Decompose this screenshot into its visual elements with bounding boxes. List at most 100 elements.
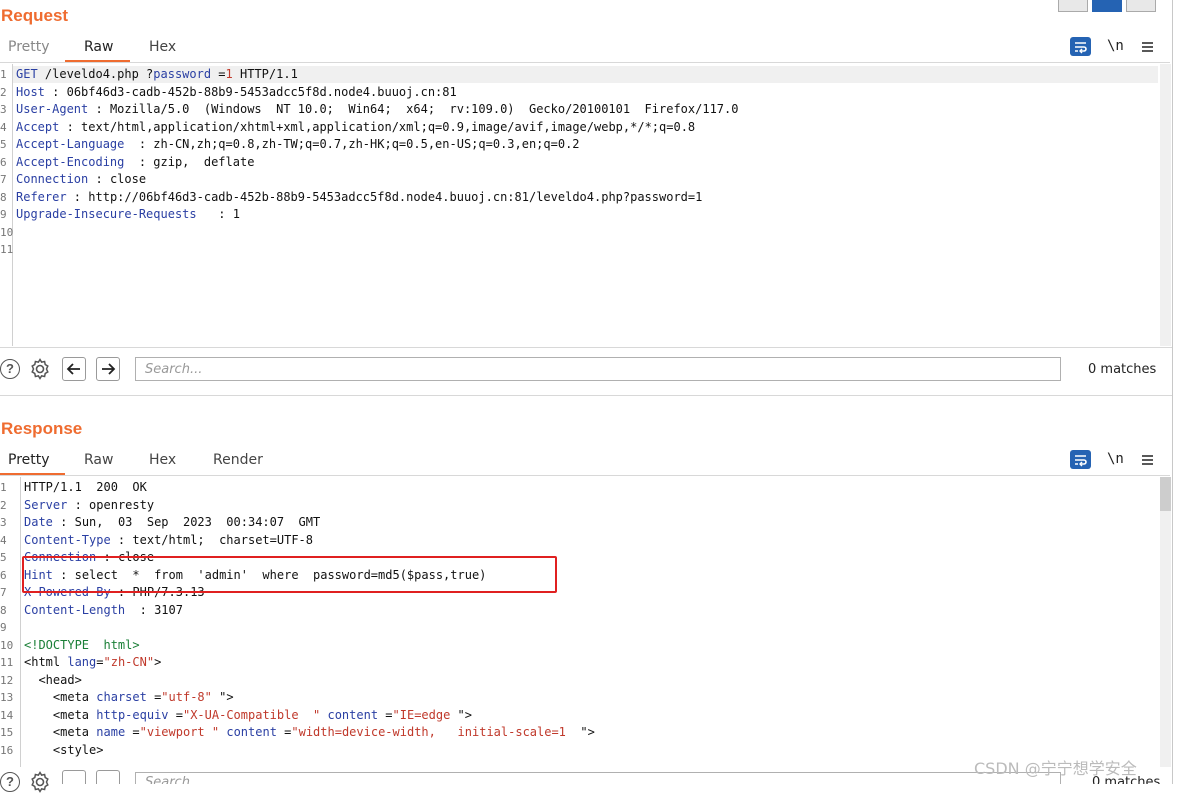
previous-match-button[interactable] — [62, 357, 86, 381]
header-separator: : — [196, 207, 233, 221]
html-tag-open: <meta — [52, 725, 97, 739]
html-attr: http-equiv — [96, 707, 169, 722]
layout-split-horizontal-icon[interactable] — [1092, 0, 1122, 12]
line-number: 12 — [0, 673, 14, 687]
request-tab-raw[interactable]: Raw — [84, 39, 113, 55]
line-number: 1 — [0, 481, 7, 494]
show-newlines-icon[interactable]: \n — [1107, 38, 1124, 54]
request-line: Accept : text/html,application/xhtml+xml… — [16, 119, 695, 137]
layout-split-vertical-icon[interactable] — [1058, 0, 1088, 12]
settings-gear-icon[interactable] — [28, 357, 52, 386]
layout-tabs-icon[interactable] — [1126, 0, 1156, 12]
attr-value: "IE=edge — [392, 707, 451, 722]
response-header-line: HTTP/1.1 200 OK — [24, 479, 147, 497]
header-value: openresty — [89, 497, 155, 512]
help-icon[interactable]: ? — [0, 359, 20, 379]
response-header-line: Content-Length : 3107 — [24, 602, 183, 620]
response-header-line: Content-Type : text/html; charset=UTF-8 — [24, 532, 313, 550]
response-menu-icon[interactable] — [1141, 453, 1154, 471]
next-match-button[interactable] — [96, 357, 120, 381]
attr-value: "viewport " — [139, 725, 220, 739]
response-previous-match-button[interactable] — [62, 770, 86, 784]
response-tab-hex[interactable]: Hex — [149, 452, 176, 468]
header-value: Sun, 03 Sep 2023 00:34:07 GMT — [74, 515, 321, 529]
menu-icon[interactable] — [1141, 40, 1154, 58]
attr-equals: = — [276, 725, 292, 739]
csdn-watermark: CSDN @宁宁想学安全 — [974, 759, 1137, 778]
response-body-line: <meta charset ="utf-8" "> — [24, 689, 234, 707]
status-line: HTTP/1.1 200 OK — [24, 480, 147, 494]
attr-value: "width=device-width, initial-scale=1 — [291, 725, 574, 739]
request-editor[interactable]: 1 GET /leveldo4.php ?password =1 HTTP/1.1… — [0, 64, 1160, 346]
header-value: text/html; charset=UTF-8 — [132, 532, 314, 547]
request-tab-pretty[interactable]: Pretty — [8, 39, 50, 55]
response-tab-render[interactable]: Render — [213, 452, 263, 468]
response-scrollbar-thumb[interactable] — [1160, 477, 1171, 511]
response-scrollbar[interactable] — [1160, 477, 1171, 767]
request-search-input[interactable]: Search... — [135, 357, 1061, 381]
html-tag: <style> — [52, 742, 104, 757]
html-tag-open: <meta — [52, 707, 97, 722]
response-title: Response — [1, 419, 83, 438]
html-attr: lang — [67, 655, 97, 669]
request-line: Accept-Encoding : gzip, deflate — [16, 154, 254, 172]
header-value: 3107 — [154, 602, 183, 617]
response-show-newlines-icon[interactable]: \n — [1107, 451, 1124, 467]
query-param-name: password — [153, 67, 212, 81]
line-number: 5 — [0, 551, 7, 564]
response-settings-gear-icon[interactable] — [28, 770, 52, 799]
request-tab-hex[interactable]: Hex — [149, 39, 176, 55]
response-help-icon[interactable]: ? — [0, 772, 20, 792]
response-tab-raw[interactable]: Raw — [84, 452, 113, 468]
header-name: Content-Length — [24, 602, 126, 617]
line-number: 9 — [0, 208, 7, 221]
attr-equals: = — [378, 707, 393, 722]
request-line: Accept-Language : zh-CN,zh;q=0.8,zh-TW;q… — [16, 136, 580, 154]
response-header-line: Server : openresty — [24, 497, 154, 515]
header-name: Server — [24, 497, 68, 512]
response-word-wrap-icon[interactable] — [1070, 450, 1091, 469]
header-separator: : — [124, 137, 154, 151]
line-number: 3 — [0, 103, 7, 116]
line-number: 7 — [0, 586, 7, 599]
header-separator: : — [88, 102, 110, 116]
attr-equals: = — [96, 655, 104, 669]
header-separator: : — [124, 154, 154, 169]
header-name: Date — [24, 515, 53, 529]
response-search-input[interactable]: Search... — [135, 772, 1061, 784]
section-divider — [0, 395, 1172, 396]
response-editor[interactable]: 1 HTTP/1.1 200 OK 2 Server : openresty 3 Date… — [0, 477, 1160, 767]
response-tab-pretty[interactable]: Pretty — [8, 452, 50, 468]
html-attr: charset — [96, 690, 147, 704]
request-match-count: 0 matches — [1088, 362, 1157, 377]
line-number: 14 — [0, 708, 14, 722]
response-next-match-button[interactable] — [96, 770, 120, 784]
request-path: /leveldo4.php ? — [37, 67, 154, 81]
word-wrap-icon[interactable] — [1070, 37, 1091, 56]
line-number: 5 — [0, 138, 7, 151]
header-name: Connection — [16, 172, 89, 186]
response-body-line: <meta http-equiv ="X-UA-Compatible " con… — [24, 707, 472, 725]
html-attr: name — [96, 725, 126, 739]
header-name: User-Agent — [16, 102, 89, 116]
attr-equals: = — [125, 725, 140, 739]
line-number: 6 — [0, 568, 7, 582]
header-value: 1 — [232, 207, 240, 221]
header-name: Content-Type — [24, 532, 111, 547]
line-number: 8 — [0, 190, 7, 204]
header-separator: : — [52, 515, 75, 529]
line-number: 11 — [0, 243, 14, 256]
header-separator: : — [66, 189, 89, 204]
html-attr: content — [327, 707, 379, 722]
request-scrollbar[interactable] — [1160, 64, 1171, 346]
request-line: Host : 06bf46d3-cadb-452b-88b9-5453adcc5… — [16, 84, 457, 102]
response-body-line: <html lang="zh-CN"> — [24, 654, 161, 672]
header-separator: : — [44, 84, 67, 99]
header-value: http://06bf46d3-cadb-452b-88b9-5453adcc5… — [88, 189, 703, 204]
arrow-right-icon — [102, 363, 116, 375]
header-name: Accept-Language — [16, 137, 125, 151]
line-number: 2 — [0, 498, 7, 512]
request-title: Request — [1, 6, 69, 25]
line-number: 3 — [0, 516, 7, 529]
